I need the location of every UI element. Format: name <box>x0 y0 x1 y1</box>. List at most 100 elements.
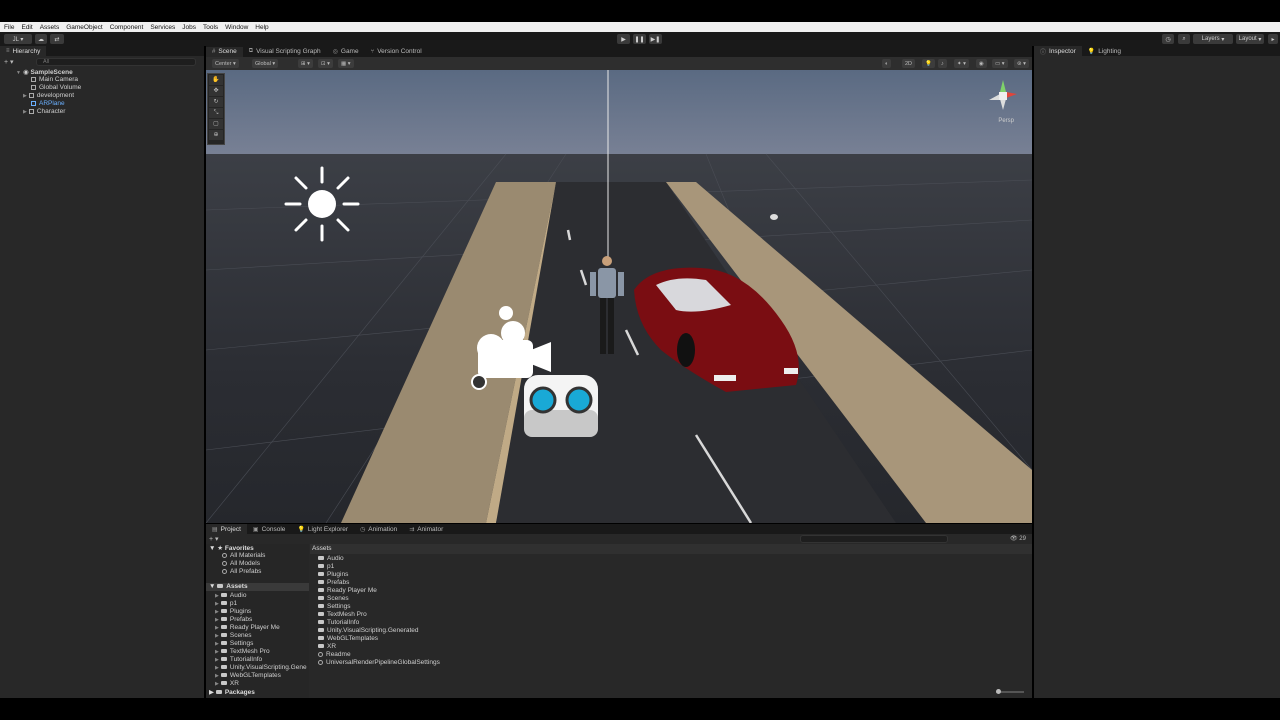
breadcrumb[interactable]: Assets <box>312 545 332 552</box>
expand-arrow-icon[interactable]: ▶ <box>215 681 219 687</box>
cloud-icon[interactable]: ☁ <box>35 34 47 44</box>
transform-tool-icon[interactable]: ⊕ <box>209 130 223 140</box>
persp-label[interactable]: Persp <box>998 118 1014 124</box>
layers-dropdown[interactable]: Layers ▾ <box>1193 34 1233 44</box>
more-icon[interactable]: ▸ <box>1268 34 1278 44</box>
tab-project[interactable]: ▤ Project <box>206 524 247 534</box>
expand-arrow-icon[interactable]: ▶ <box>215 593 219 599</box>
toggle-2d-button[interactable]: 2D <box>902 59 916 68</box>
menu-edit[interactable]: Edit <box>21 24 32 31</box>
tab-lighting[interactable]: 💡 Lighting <box>1082 46 1127 56</box>
asset-folder[interactable]: Unity.VisualScripting.Generated <box>318 627 419 634</box>
collapse-arrow-icon[interactable]: ▶ <box>23 109 27 115</box>
tree-folder[interactable]: ▶ Scenes <box>215 632 252 639</box>
tab-visual-scripting-graph[interactable]: ⧉ Visual Scripting Graph <box>243 47 327 57</box>
expand-arrow-icon[interactable]: ▶ <box>215 609 219 615</box>
move-tool-icon[interactable]: ✥ <box>209 86 223 96</box>
packages-header[interactable]: ▶ Packages <box>209 688 255 696</box>
tree-folder[interactable]: ▶ Ready Player Me <box>215 624 280 631</box>
tree-folder[interactable]: ▶ Unity.VisualScripting.Gene <box>215 664 307 671</box>
tab-console[interactable]: ▣ Console <box>247 524 292 534</box>
expand-arrow-icon[interactable]: ▶ <box>215 641 219 647</box>
tab-game[interactable]: ◎ Game <box>327 47 365 57</box>
menu-help[interactable]: Help <box>255 24 268 31</box>
favorites-header[interactable]: ▼ ★ Favorites <box>209 544 254 552</box>
history-icon[interactable]: ◷ <box>1162 34 1174 44</box>
tree-folder[interactable]: ▶ Prefabs <box>215 616 252 623</box>
add-object-button[interactable]: + ▾ <box>4 58 14 66</box>
favorite-item[interactable]: All Materials <box>222 552 265 559</box>
menu-component[interactable]: Component <box>110 24 144 31</box>
scene-viewport[interactable]: Persp <box>206 70 1032 523</box>
play-button[interactable]: ▶ <box>617 34 630 44</box>
hierarchy-item-character[interactable]: ▶ Character <box>23 108 65 115</box>
tab-inspector[interactable]: ⓘ Inspector <box>1034 46 1082 56</box>
collapse-arrow-icon[interactable]: ▶ <box>23 93 27 99</box>
zoom-slider-handle[interactable] <box>996 689 1001 694</box>
hand-tool-icon[interactable]: ✋ <box>209 75 223 85</box>
expand-arrow-icon[interactable]: ▶ <box>215 601 219 607</box>
grid-snap-icon[interactable]: ⊞ ▾ <box>298 59 313 68</box>
gizmos-icon[interactable]: ⊛ ▾ <box>1014 59 1029 68</box>
orientation-gizmo[interactable] <box>989 80 1017 110</box>
menu-gameobject[interactable]: GameObject <box>66 24 103 31</box>
lighting-toggle-icon[interactable]: 💡 <box>922 59 935 68</box>
expand-arrow-icon[interactable]: ▶ <box>215 617 219 623</box>
hierarchy-item-main-camera[interactable]: Main Camera <box>31 76 78 83</box>
asset-folder[interactable]: XR <box>318 643 336 650</box>
search-icon[interactable]: ⌕ <box>1178 34 1190 44</box>
asset-file[interactable]: Readme <box>318 651 351 658</box>
menu-window[interactable]: Window <box>225 24 248 31</box>
asset-folder[interactable]: Ready Player Me <box>318 587 377 594</box>
camera-settings-icon[interactable]: ▭ ▾ <box>992 59 1008 68</box>
snap-icon[interactable]: ⊡ ▾ <box>318 59 333 68</box>
hierarchy-item-global-volume[interactable]: Global Volume <box>31 84 81 91</box>
tree-folder[interactable]: ▶ XR <box>215 680 239 687</box>
hidden-objects-icon[interactable]: ◉ <box>976 59 987 68</box>
hierarchy-item-development[interactable]: ▶ development <box>23 92 74 99</box>
tree-folder[interactable]: ▶ Plugins <box>215 608 251 615</box>
menu-assets[interactable]: Assets <box>40 24 60 31</box>
create-asset-button[interactable]: + ▾ <box>209 535 219 543</box>
tab-animation[interactable]: ◷ Animation <box>354 524 403 534</box>
asset-folder[interactable]: WebGLTemplates <box>318 635 378 642</box>
tree-folder[interactable]: ▶ TextMesh Pro <box>215 648 270 655</box>
tree-folder[interactable]: ▶ p1 <box>215 600 237 607</box>
audio-toggle-icon[interactable]: ♪ <box>938 59 947 68</box>
tab-light-explorer[interactable]: 💡 Light Explorer <box>291 524 354 534</box>
hierarchy-search-input[interactable] <box>36 58 196 66</box>
shading-mode-icon[interactable]: ◐ <box>882 59 892 68</box>
tab-scene[interactable]: # Scene <box>206 46 243 57</box>
asset-folder[interactable]: Plugins <box>318 571 348 578</box>
tree-folder[interactable]: ▶ Audio <box>215 592 246 599</box>
tree-folder[interactable]: ▶ Settings <box>215 640 253 647</box>
expand-arrow-icon[interactable]: ▶ <box>215 625 219 631</box>
favorite-item[interactable]: All Models <box>222 560 260 567</box>
tree-folder[interactable]: ▶ TutorialInfo <box>215 656 262 663</box>
menu-services[interactable]: Services <box>150 24 175 31</box>
step-button[interactable]: ▶❚ <box>649 34 662 44</box>
tab-animator[interactable]: ⇉ Animator <box>403 524 449 534</box>
collab-icon[interactable]: ⇄ <box>50 34 64 44</box>
expand-arrow-icon[interactable]: ▶ <box>215 633 219 639</box>
asset-folder[interactable]: Audio <box>318 555 344 562</box>
account-button[interactable]: JL ▾ <box>4 34 32 44</box>
asset-folder[interactable]: Settings <box>318 603 351 610</box>
asset-folder[interactable]: TutorialInfo <box>318 619 359 626</box>
layout-dropdown[interactable]: Layout ▾ <box>1236 34 1264 44</box>
asset-folder[interactable]: Scenes <box>318 595 349 602</box>
expand-arrow-icon[interactable]: ▶ <box>215 657 219 663</box>
expand-arrow-icon[interactable]: ▶ <box>215 665 219 671</box>
increment-snap-icon[interactable]: ▦ ▾ <box>338 59 354 68</box>
asset-folder[interactable]: Prefabs <box>318 579 349 586</box>
rotate-tool-icon[interactable]: ↻ <box>209 97 223 107</box>
favorite-item[interactable]: All Prefabs <box>222 568 261 575</box>
expand-arrow-icon[interactable]: ▶ <box>215 673 219 679</box>
pivot-dropdown[interactable]: Center ▾ <box>212 59 239 68</box>
project-search-input[interactable] <box>800 535 948 543</box>
directional-light-icon[interactable] <box>284 166 360 242</box>
menu-jobs[interactable]: Jobs <box>182 24 196 31</box>
menu-tools[interactable]: Tools <box>203 24 218 31</box>
asset-folder[interactable]: TextMesh Pro <box>318 611 367 618</box>
pause-button[interactable]: ❚❚ <box>633 34 646 44</box>
